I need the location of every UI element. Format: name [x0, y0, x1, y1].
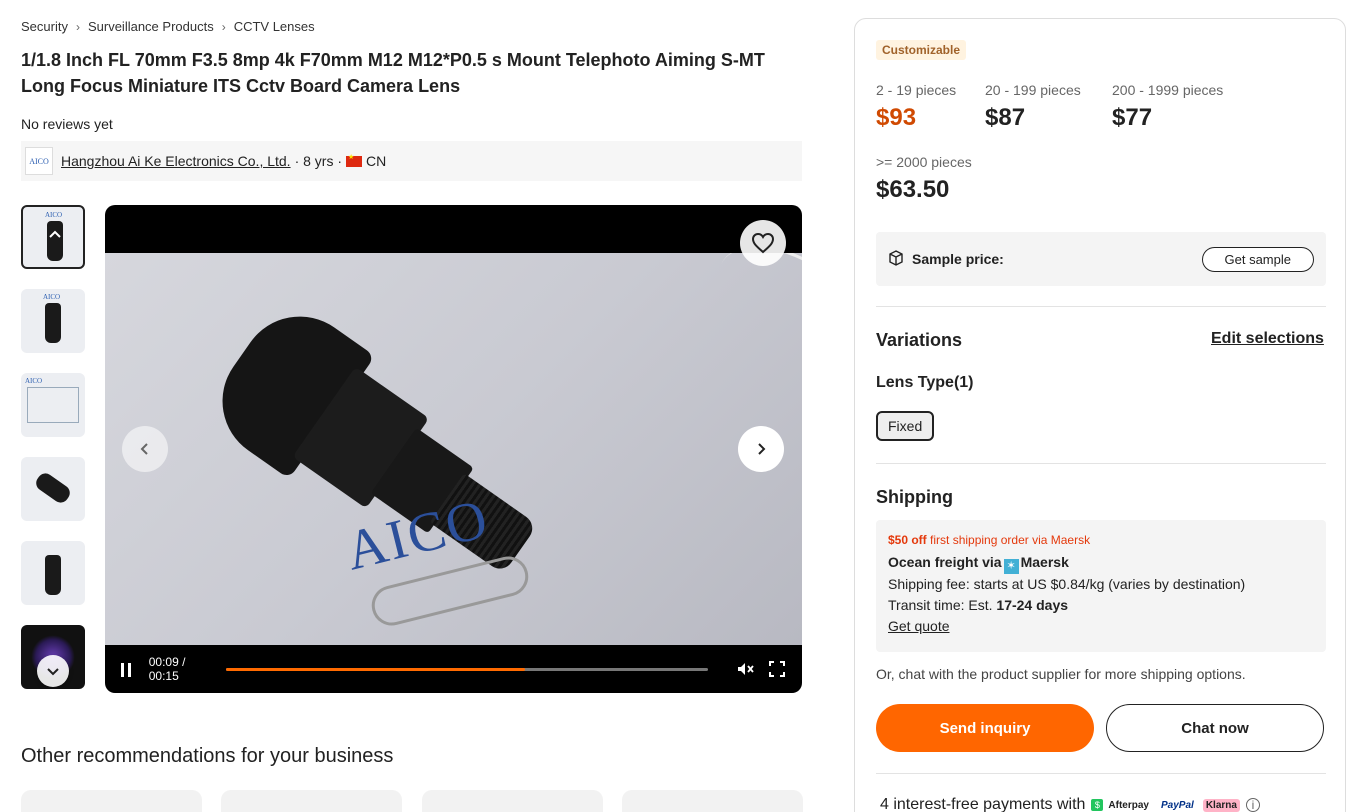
variations-title: Variations: [876, 330, 963, 350]
shipping-fee: Shipping fee: starts at US $0.84/kg (var…: [888, 576, 1246, 592]
previous-arrow-icon[interactable]: [122, 426, 168, 472]
video-time: 00:09 / 00:15: [148, 655, 186, 683]
get-sample-button[interactable]: Get sample: [1201, 246, 1314, 272]
supplier-country: CN: [366, 153, 387, 169]
edit-selections-link[interactable]: Edit selections: [1211, 330, 1324, 348]
breadcrumb-item-cctv-lenses[interactable]: CCTV Lenses: [234, 19, 315, 34]
breadcrumb-item-security[interactable]: Security: [21, 19, 68, 34]
aico-logo: AICO: [43, 293, 61, 301]
tier-price: $63.50: [876, 176, 950, 203]
payments-row: 4 interest-free payments with $ Afterpay…: [880, 796, 1260, 812]
divider: [876, 306, 1326, 307]
supplier-name-link[interactable]: Hangzhou Ai Ke Electronics Co., Ltd.: [61, 153, 291, 169]
shipping-discount: $50 off first shipping order via Maersk: [888, 533, 1091, 547]
thumbnail-4[interactable]: [21, 457, 85, 521]
video-progress-bar[interactable]: [225, 667, 709, 671]
tier-price: $77: [1112, 104, 1153, 131]
sample-price-row: Sample price: Get sample: [876, 232, 1326, 286]
chat-note: Or, chat with the product supplier for m…: [876, 666, 1246, 682]
purchase-panel: Customizable 2 - 19 pieces $93 20 - 199 …: [854, 18, 1346, 812]
supplier-bar: AICO Hangzhou Ai Ke Electronics Co., Ltd…: [21, 141, 802, 181]
supplier-years: · 8 yrs ·: [294, 153, 343, 169]
product-video-player[interactable]: AICO 00:09 / 00:15: [105, 205, 802, 693]
divider: [876, 773, 1326, 774]
tier-price: $93: [876, 104, 917, 131]
get-quote-link[interactable]: Get quote: [888, 618, 950, 634]
sample-price-label: Sample price:: [912, 251, 1004, 267]
price-tier-4: >= 2000 pieces $63.50: [876, 154, 972, 204]
price-tier-2: 20 - 199 pieces $87: [985, 82, 1081, 132]
aico-logo: AICO: [45, 211, 63, 219]
divider: [876, 463, 1326, 464]
tier-quantity: 200 - 1999 pieces: [1112, 82, 1224, 98]
aico-logo: AICO: [25, 377, 43, 385]
transit-time: Transit time: Est. 17-24 days: [888, 597, 1069, 613]
recommendation-card[interactable]: [622, 790, 803, 812]
shipping-method: Ocean freight via ✶ Maersk: [888, 554, 1069, 574]
thumbnail-5[interactable]: [21, 541, 85, 605]
chevron-up-icon[interactable]: [39, 219, 71, 251]
thumbnail-2[interactable]: AICO: [21, 289, 85, 353]
video-controls: 00:09 / 00:15: [105, 645, 802, 693]
chevron-right-icon: ›: [75, 19, 80, 34]
recommendation-card[interactable]: [422, 790, 603, 812]
chevron-right-icon: ›: [221, 19, 226, 34]
tier-quantity: 2 - 19 pieces: [876, 82, 957, 98]
customizable-badge: Customizable: [876, 40, 967, 60]
lens-image: [45, 303, 61, 343]
recommendation-card[interactable]: [21, 790, 202, 812]
breadcrumb: Security › Surveillance Products › CCTV …: [21, 19, 315, 34]
info-icon[interactable]: i: [1245, 798, 1260, 812]
lens-image: [33, 470, 73, 506]
package-icon: [888, 249, 904, 269]
tier-price: $87: [985, 104, 1026, 131]
product-title: 1/1.8 Inch FL 70mm F3.5 8mp 4k F70mm M12…: [21, 50, 765, 96]
tier-quantity: >= 2000 pieces: [876, 154, 972, 170]
thumbnail-3[interactable]: AICO: [21, 373, 85, 437]
chat-now-button[interactable]: Chat now: [1106, 704, 1324, 752]
klarna-logo: Klarna: [1202, 798, 1240, 812]
maersk-star-icon: ✶: [1003, 559, 1019, 574]
video-frame: AICO: [105, 253, 802, 645]
supplier-logo: AICO: [25, 147, 53, 175]
breadcrumb-item-surveillance[interactable]: Surveillance Products: [88, 19, 214, 34]
thumbnail-strip: AICO AICO AICO: [21, 205, 85, 709]
china-flag-icon: [346, 153, 363, 167]
pause-icon[interactable]: [121, 663, 135, 677]
price-tier-3: 200 - 1999 pieces $77: [1112, 82, 1223, 132]
cable-image: [704, 253, 802, 359]
technical-drawing: [27, 387, 79, 423]
recommendations-title: Other recommendations for your business: [21, 745, 394, 767]
price-tier-1: 2 - 19 pieces $93: [876, 82, 956, 132]
favorite-heart-icon[interactable]: [740, 220, 786, 266]
reviews-text: No reviews yet: [21, 116, 113, 132]
mute-icon[interactable]: [736, 660, 755, 678]
video-progress-fill: [225, 667, 525, 671]
tier-quantity: 20 - 199 pieces: [985, 82, 1081, 98]
lens-image: [45, 555, 61, 595]
lens-type-option-fixed[interactable]: Fixed: [876, 411, 935, 441]
fullscreen-icon[interactable]: [768, 660, 786, 678]
shipping-box: $50 off first shipping order via Maersk …: [876, 520, 1326, 652]
thumbnail-1[interactable]: AICO: [21, 205, 85, 269]
recommendation-card[interactable]: [221, 790, 402, 812]
thumbnail-6[interactable]: [21, 625, 85, 689]
paypal-logo: PayPal: [1161, 799, 1194, 811]
payments-text: 4 interest-free payments with: [880, 796, 1086, 812]
send-inquiry-button[interactable]: Send inquiry: [876, 704, 1094, 752]
afterpay-logo: $ Afterpay: [1091, 799, 1152, 812]
shipping-title: Shipping: [876, 487, 953, 507]
next-arrow-icon[interactable]: [738, 426, 784, 472]
chevron-down-icon[interactable]: [37, 655, 69, 687]
lens-type-label: Lens Type(1): [876, 374, 974, 391]
